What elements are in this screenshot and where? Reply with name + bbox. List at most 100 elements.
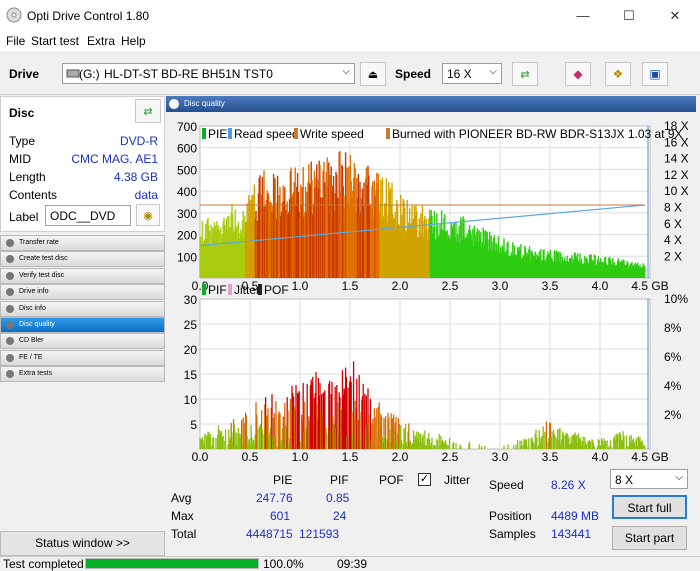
x-tick-label: 1.5 [342,279,359,293]
nav-item-disc-info[interactable]: Disc info [0,301,165,317]
nav-item-disc-quality[interactable]: Disc quality [0,317,165,333]
x-tick-label: 1.0 [292,450,309,463]
legend-swatch [228,284,232,295]
y2-tick-label: 6% [664,350,682,364]
copy-icon: ❖ [613,67,624,81]
y-tick-label: 10 [184,393,198,407]
disc-quality-icon [169,99,179,109]
y2-tick-label: 4% [664,379,682,393]
max-pif: 24 [333,509,346,523]
x-tick-label: 1.5 [342,450,359,463]
refresh-speed-button[interactable]: ⇄ [512,62,538,86]
legend-label: Read speed [234,127,299,141]
nav-item-label: Transfer rate [19,239,59,246]
col-pif-header: PIF [330,473,349,487]
disc-length-label: Length [9,170,46,184]
y-tick-label: 200 [177,229,197,243]
nav-item-icon [6,239,14,247]
eject-icon: ⏏ [368,68,378,81]
drive-select[interactable]: (G:) HL-DT-ST BD-RE BH51N TST0 ⌵ [62,63,355,84]
x-tick-label: 4.5 GB [631,279,668,293]
disc-label-button[interactable]: ◉ [136,204,160,226]
jitter-label: Jitter [444,473,470,487]
x-tick-label: 0.5 [242,450,259,463]
speed-select[interactable]: 16 X ⌵ [442,63,502,84]
jitter-checkbox[interactable]: ✓ [418,473,431,486]
progress-fill [86,559,258,568]
y2-tick-label: 8 X [664,201,682,215]
nav-item-verify-test-disc[interactable]: Verify test disc [0,268,165,284]
nav-item-drive-info[interactable]: Drive info [0,284,165,300]
menu-extra[interactable]: Extra [87,34,115,48]
drive-icon [66,67,80,80]
nav-item-icon [6,354,14,362]
y2-tick-label: 2 X [664,249,682,263]
samples-value: 143441 [551,527,591,541]
nav-item-cd-bler[interactable]: CD Bler [0,333,165,349]
minimize-button[interactable]: — [560,0,606,31]
disc-mid-value: CMC MAG. AE1 [71,152,158,166]
x-tick-label: 0.0 [192,279,209,293]
nav-item-label: CD Bler [19,337,44,344]
x-tick-label: 3.5 [542,450,559,463]
eject-button[interactable]: ⏏ [360,62,386,86]
nav-item-transfer-rate[interactable]: Transfer rate [0,235,165,251]
x-tick-label: 4.5 GB [631,450,668,463]
eraser-icon: ◆ [573,67,582,81]
chevron-down-icon: ⌵ [675,472,683,483]
y-tick-label: 15 [184,368,198,382]
nav-item-icon [6,288,14,296]
y2-tick-label: 4 X [664,233,682,247]
y2-tick-label: 6 X [664,217,682,231]
y2-tick-label: 8% [664,321,682,335]
speed-label: Speed [395,67,431,81]
x-tick-label: 3.5 [542,279,559,293]
nav-item-fe-te[interactable]: FE / TE [0,350,165,366]
start-part-button[interactable]: Start part [612,526,687,550]
close-button[interactable]: ✕ [652,0,698,31]
disc-label-field[interactable]: ODC__DVD [45,205,131,226]
disc-refresh-button[interactable]: ⇄ [135,99,161,123]
test-speed-select[interactable]: 8 X ⌵ [610,469,688,489]
panel-title: Disc quality [184,99,225,108]
nav-item-label: Extra tests [19,370,52,377]
disc-contents-label: Contents [9,188,57,202]
nav-item-label: Verify test disc [19,272,64,279]
nav-item-create-test-disc[interactable]: Create test disc [0,251,165,267]
x-tick-label: 2.5 [442,279,459,293]
max-label: Max [171,509,194,523]
start-full-button[interactable]: Start full [612,495,687,519]
nav-item-extra-tests[interactable]: Extra tests [0,366,165,382]
drive-letter: (G:) [79,67,100,81]
x-tick-label: 2.0 [392,450,409,463]
menu-file[interactable]: File [6,34,25,48]
legend-swatch [228,128,232,139]
nav-item-icon [6,255,14,263]
legend-swatch [202,284,206,295]
y-tick-label: 100 [177,250,197,264]
avg-pie: 247.76 [256,491,293,505]
save-button[interactable]: ▣ [642,62,668,86]
y2-tick-label: 12 X [664,168,689,182]
disc-label-label: Label [9,210,38,224]
legend-swatch [258,284,262,295]
menu-help[interactable]: Help [121,34,146,48]
nav-item-label: Disc info [19,305,46,312]
nav-item-icon [6,370,14,378]
maximize-button[interactable]: ☐ [606,0,652,31]
erase-button[interactable]: ◆ [565,62,591,86]
y-tick-label: 25 [184,318,198,332]
nav-item-label: Create test disc [19,255,68,262]
disc-type-label: Type [9,134,35,148]
nav-item-icon [6,337,14,345]
x-tick-label: 2.5 [442,450,459,463]
y-tick-label: 700 [177,120,197,134]
speed-stat-value: 8.26 X [551,478,586,492]
copy-button[interactable]: ❖ [605,62,631,86]
legend-label: PIE [208,127,227,141]
quality-charts: 70060050040030020010018 X16 X14 X12 X10 … [166,113,700,463]
total-label: Total [171,527,196,541]
menu-start-test[interactable]: Start test [31,34,79,48]
legend-swatch [202,128,206,139]
status-window-button[interactable]: Status window >> [0,531,165,556]
